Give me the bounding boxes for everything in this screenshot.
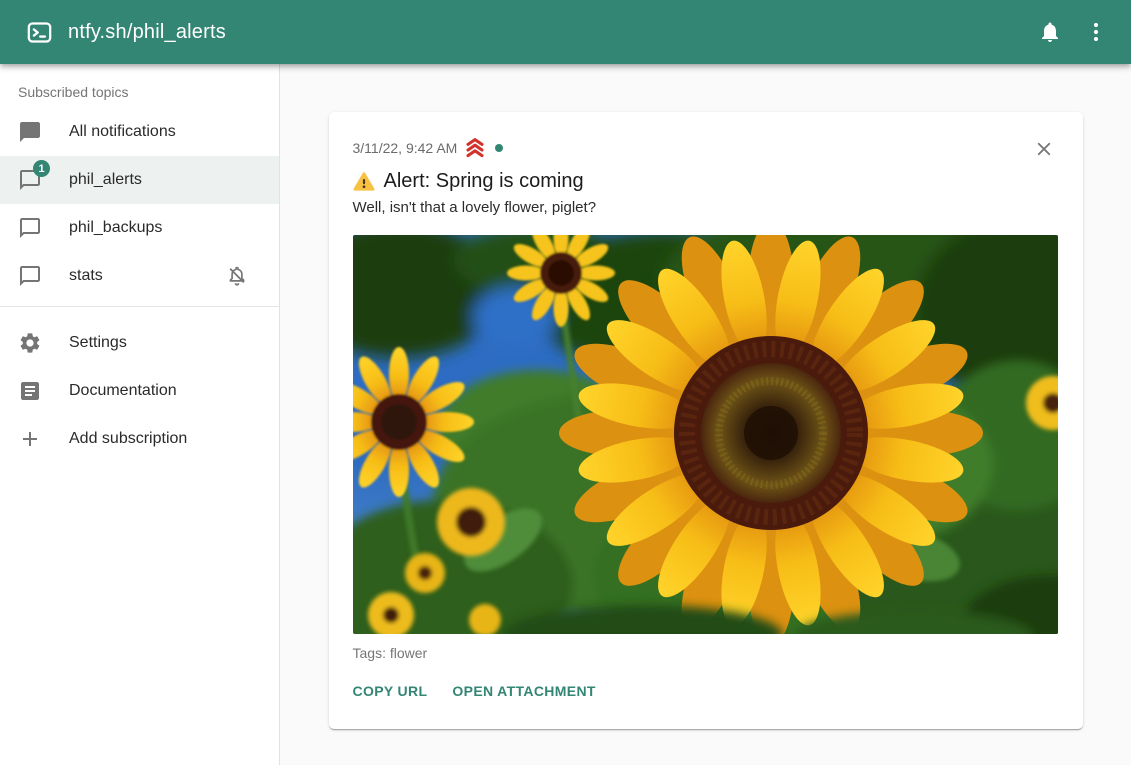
notifications-bell-button[interactable] bbox=[1027, 9, 1073, 55]
sidebar-item-phil-alerts[interactable]: 1 phil_alerts bbox=[0, 156, 279, 204]
sidebar-item-label: phil_backups bbox=[69, 219, 162, 237]
chat-bubble-outline-icon: 1 bbox=[18, 168, 42, 192]
chat-bubble-outline-icon bbox=[18, 216, 42, 240]
sidebar-item-label: Add subscription bbox=[69, 430, 187, 448]
sidebar-item-phil-backups[interactable]: phil_backups bbox=[0, 204, 279, 252]
sidebar-item-settings[interactable]: Settings bbox=[0, 319, 279, 367]
chat-bubble-outline-icon bbox=[18, 264, 42, 288]
sidebar: Subscribed topics All notifications 1 ph… bbox=[0, 64, 280, 765]
unread-dot-indicator bbox=[495, 144, 503, 152]
open-attachment-button[interactable]: OPEN ATTACHMENT bbox=[452, 673, 595, 709]
chat-bubble-filled-icon bbox=[18, 120, 42, 144]
bell-off-icon bbox=[225, 264, 249, 288]
notification-timestamp: 3/11/22, 9:42 AM bbox=[353, 140, 458, 156]
sidebar-item-label: stats bbox=[69, 267, 103, 285]
sidebar-divider bbox=[0, 306, 279, 307]
sidebar-item-all-notifications[interactable]: All notifications bbox=[0, 108, 279, 156]
notification-card: 3/11/22, 9:42 AM bbox=[329, 112, 1083, 729]
plus-icon bbox=[18, 427, 42, 451]
unread-count-badge: 1 bbox=[33, 160, 50, 177]
notification-title-row: Alert: Spring is coming bbox=[353, 170, 1059, 193]
priority-max-chevrons-icon bbox=[464, 137, 486, 158]
sidebar-item-add-subscription[interactable]: Add subscription bbox=[0, 415, 279, 463]
attachment-image[interactable] bbox=[353, 235, 1058, 634]
appbar: ntfy.sh/phil_alerts bbox=[0, 0, 1131, 64]
terminal-logo-icon bbox=[26, 19, 53, 46]
notification-body: Well, isn't that a lovely flower, piglet… bbox=[353, 199, 1059, 216]
sidebar-item-stats[interactable]: stats bbox=[0, 252, 279, 300]
appbar-title: ntfy.sh/phil_alerts bbox=[68, 21, 226, 44]
close-icon bbox=[1033, 138, 1055, 160]
copy-url-button[interactable]: COPY URL bbox=[353, 673, 428, 709]
notification-title: Alert: Spring is coming bbox=[384, 170, 584, 193]
sidebar-item-label: All notifications bbox=[69, 123, 176, 141]
sidebar-item-label: Documentation bbox=[69, 382, 177, 400]
sidebar-item-label: phil_alerts bbox=[69, 171, 142, 189]
notification-actions: COPY URL OPEN ATTACHMENT bbox=[353, 673, 1059, 709]
sidebar-item-documentation[interactable]: Documentation bbox=[0, 367, 279, 415]
close-notification-button[interactable] bbox=[1029, 134, 1059, 164]
document-icon bbox=[18, 379, 42, 403]
notification-tags: Tags: flower bbox=[353, 645, 1059, 661]
sidebar-item-label: Settings bbox=[69, 334, 127, 352]
subscribed-topics-label: Subscribed topics bbox=[18, 84, 279, 100]
warning-triangle-emoji-icon bbox=[353, 171, 375, 192]
gear-icon bbox=[18, 331, 42, 355]
notification-meta: 3/11/22, 9:42 AM bbox=[353, 134, 504, 158]
main-content: 3/11/22, 9:42 AM bbox=[280, 64, 1131, 765]
bell-icon bbox=[1038, 20, 1062, 44]
overflow-menu-button[interactable] bbox=[1073, 9, 1119, 55]
kebab-menu-icon bbox=[1084, 20, 1108, 44]
